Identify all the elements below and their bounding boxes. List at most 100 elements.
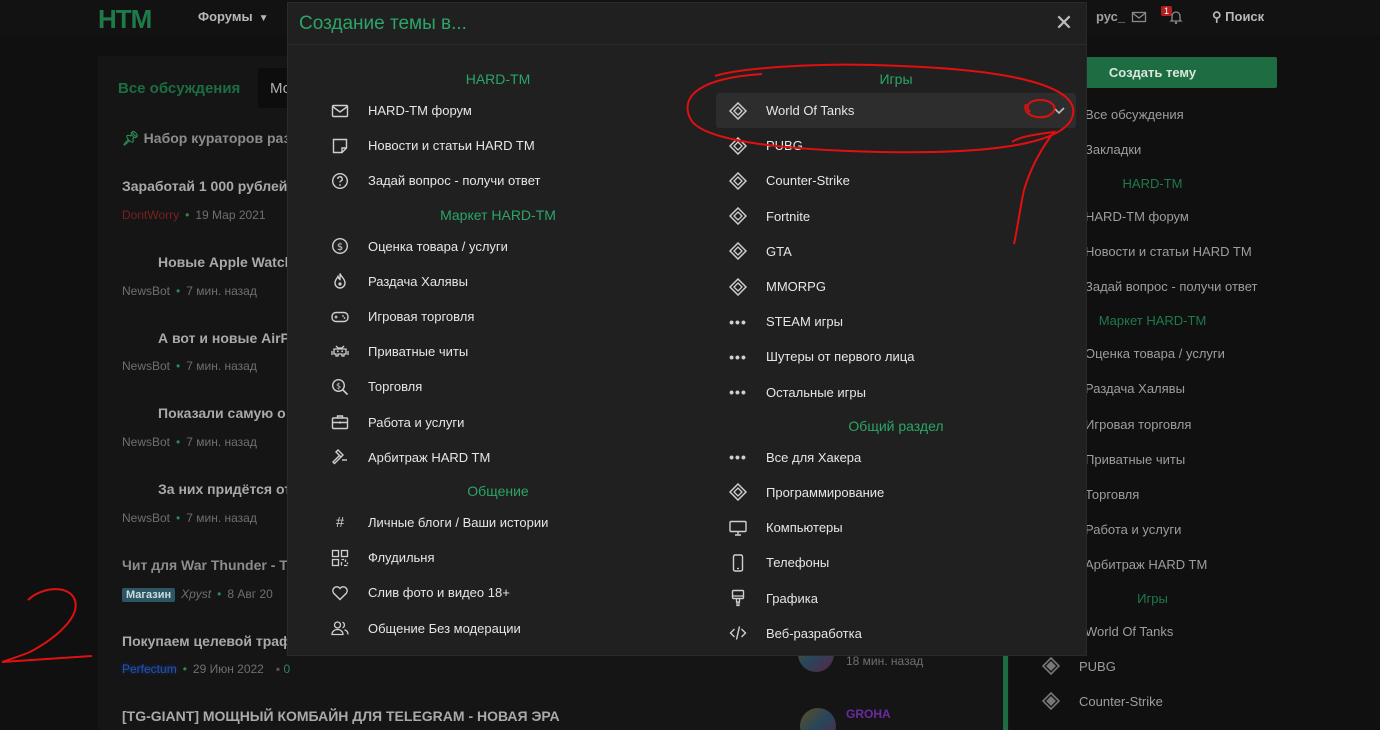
qr-icon <box>330 548 350 568</box>
forum-item-label: STEAM игры <box>766 314 843 330</box>
search-icon: ⚲ <box>1212 9 1222 24</box>
sidebar-item[interactable]: Все обсуждения <box>1085 107 1184 122</box>
sidebar-item[interactable]: Раздача Халявы <box>1085 381 1185 396</box>
envelope-icon <box>330 101 350 121</box>
forum-item-label: Приватные читы <box>368 344 469 360</box>
forum-item-other-games[interactable]: ••• Остальные игры <box>706 375 1086 410</box>
thread-author[interactable]: NewsBot <box>122 435 170 449</box>
forum-item-label: Флудильня <box>368 550 435 566</box>
forum-item-label: Задай вопрос - получи ответ <box>368 173 541 189</box>
forum-item-label: Графика <box>766 590 818 606</box>
forum-item-world-of-tanks[interactable]: World Of Tanks <box>716 93 1076 129</box>
search-button[interactable]: ⚲ Поиск <box>1212 9 1264 25</box>
last-post-user[interactable]: GROHA <box>846 707 891 721</box>
diamond-icon <box>728 101 748 121</box>
forum-item-unmoderated[interactable]: Общение Без модерации <box>308 610 688 645</box>
forum-item-mmorpg[interactable]: MMORPG <box>706 269 1086 304</box>
sidebar-item[interactable]: Арбитраж HARD TM <box>1085 557 1207 572</box>
thread-title[interactable]: [TG-GIANT] МОЩНЫЙ КОМБАЙН ДЛЯ TELEGRAM -… <box>122 708 560 724</box>
flame-icon <box>330 271 350 291</box>
forum-item-label: Новости и статьи HARD TM <box>368 138 535 154</box>
forum-item-jobs[interactable]: Работа и услуги <box>308 405 688 440</box>
forum-item-flood[interactable]: Флудильня <box>308 540 688 575</box>
thread-author[interactable]: DontWorry <box>122 208 179 222</box>
thread-title[interactable]: Показали самую о <box>158 405 286 421</box>
site-logo[interactable]: HTM <box>98 4 152 35</box>
shop-tag: Магазин <box>122 588 176 602</box>
close-icon[interactable]: ✕ <box>1054 12 1074 34</box>
forum-item-label: Counter-Strike <box>766 173 850 189</box>
thread-author[interactable]: Perfectum <box>122 662 177 676</box>
nav-forums[interactable]: Форумы ▼ <box>198 9 269 24</box>
mail-icon[interactable] <box>1131 9 1147 25</box>
forum-item-hacker[interactable]: ••• Все для Хакера <box>706 440 1086 475</box>
forum-item-private-cheats[interactable]: Приватные читы <box>308 334 688 369</box>
forum-item-appraisal[interactable]: $ Оценка товара / услуги <box>308 229 688 264</box>
forum-item-counter-strike[interactable]: Counter-Strike <box>706 163 1086 198</box>
thread-title[interactable]: А вот и новые AirP <box>158 330 290 346</box>
thread-author[interactable]: NewsBot <box>122 359 170 373</box>
forum-item-trade[interactable]: $ Торговля <box>308 369 688 404</box>
forum-item-fortnite[interactable]: Fortnite <box>706 199 1086 234</box>
svg-text:$: $ <box>337 242 343 253</box>
user-name[interactable]: рус_ <box>1096 9 1125 24</box>
sidebar-item[interactable]: Приватные читы <box>1085 452 1185 467</box>
forum-item-gta[interactable]: GTA <box>706 234 1086 269</box>
sidebar-item[interactable]: HARD-TM форум <box>1085 209 1189 224</box>
thread-title[interactable]: За них придётся от <box>158 481 291 497</box>
hashtag-icon: # <box>335 513 345 531</box>
thread-author[interactable]: NewsBot <box>122 284 170 298</box>
forum-item-fps[interactable]: ••• Шутеры от первого лица <box>706 339 1086 374</box>
forum-item-game-trade[interactable]: Игровая торговля <box>308 299 688 334</box>
thread-author[interactable]: NewsBot <box>122 511 170 525</box>
sidebar-item[interactable]: Counter-Strike <box>1079 694 1163 709</box>
thread-meta: NewsBot • 7 мин. назад <box>122 511 257 525</box>
note-icon <box>330 136 350 156</box>
tab-all-discussions[interactable]: Все обсуждения <box>118 80 240 97</box>
thread-title[interactable]: Чит для War Thunder - T <box>122 557 288 573</box>
sidebar-item[interactable]: World Of Tanks <box>1085 624 1173 639</box>
forum-item-steam[interactable]: ••• STEAM игры <box>706 304 1086 339</box>
forum-item-computers[interactable]: Компьютеры <box>706 510 1086 545</box>
forum-item-graphics[interactable]: Графика <box>706 580 1086 615</box>
forum-item-leaks[interactable]: Слив фото и видео 18+ <box>308 575 688 610</box>
chevron-down-icon[interactable] <box>1050 102 1068 120</box>
sidebar-item[interactable]: Новости и статьи HARD TM <box>1085 244 1252 259</box>
forum-item-hardtm-forum[interactable]: HARD-TM форум <box>308 93 688 128</box>
sidebar-item[interactable]: Игровая торговля <box>1085 417 1191 432</box>
sidebar-item[interactable]: PUBG <box>1079 659 1116 674</box>
forum-item-ask[interactable]: Задай вопрос - получи ответ <box>308 163 688 198</box>
forum-item-news[interactable]: Новости и статьи HARD TM <box>308 128 688 163</box>
modal-title: Создание темы в... <box>299 13 467 34</box>
thread-author[interactable]: Xpyst <box>181 587 211 601</box>
annotation-number-two <box>1 588 93 663</box>
diamond-icon <box>728 206 748 226</box>
sidebar-item[interactable]: Задай вопрос - получи ответ <box>1085 279 1257 294</box>
forum-item-blogs[interactable]: # Личные блоги / Ваши истории <box>308 505 688 540</box>
sidebar-item[interactable]: Работа и услуги <box>1085 522 1181 537</box>
svg-text:$: $ <box>336 381 341 390</box>
bell-icon[interactable] <box>1168 9 1184 25</box>
monitor-icon <box>728 518 748 538</box>
gavel-icon <box>330 447 350 467</box>
thread-meta: DontWorry • 19 Мар 2021 <box>122 208 266 222</box>
thread-title[interactable]: Заработай 1 000 рублей <box>122 178 287 194</box>
thread-title[interactable]: Новые Apple Watch <box>158 254 293 270</box>
forum-item-phones[interactable]: Телефоны <box>706 545 1086 580</box>
forum-item-giveaway[interactable]: Раздача Халявы <box>308 264 688 299</box>
sidebar-item[interactable]: Оценка товара / услуги <box>1085 346 1225 361</box>
pinned-thread[interactable]: 📌︎ Набор кураторов разд <box>122 130 299 147</box>
sidebar-item[interactable]: Закладки <box>1085 142 1141 157</box>
forum-item-label: MMORPG <box>766 279 826 295</box>
thread-title[interactable]: Покупаем целевой траф <box>122 633 291 649</box>
forum-item-programming[interactable]: Программирование <box>706 475 1086 510</box>
forum-item-label: Работа и услуги <box>368 414 465 430</box>
sidebar-item[interactable]: Торговля <box>1085 487 1139 502</box>
forum-item-webdev[interactable]: Веб-разработка <box>706 616 1086 651</box>
last-post-time: 18 мин. назад <box>846 654 924 668</box>
forum-item-arbitrage[interactable]: Арбитраж HARD TM <box>308 440 688 475</box>
create-thread-modal: Создание темы в... ✕ HARD-TM HARD-TM фор… <box>287 2 1087 656</box>
forum-item-label: Веб-разработка <box>766 625 862 641</box>
forum-item-label: Раздача Халявы <box>368 273 468 289</box>
forum-item-pubg[interactable]: PUBG <box>706 128 1086 163</box>
